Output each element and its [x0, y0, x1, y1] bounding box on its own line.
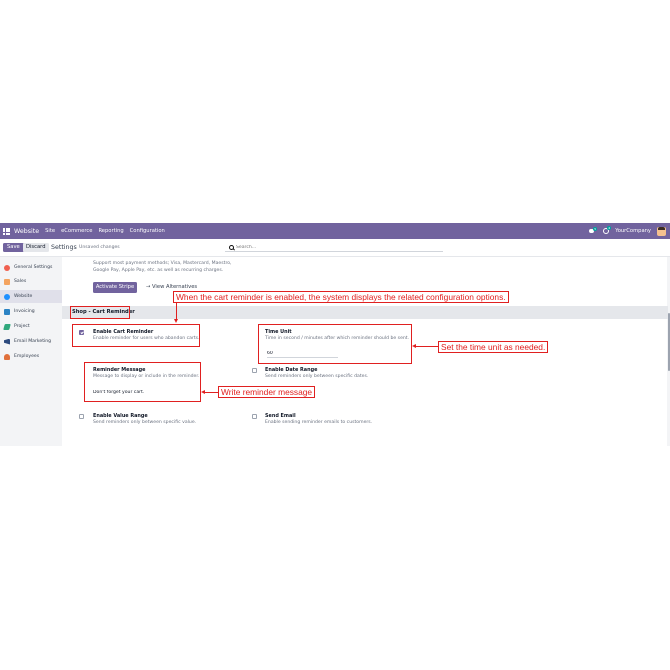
annotation-top-connector — [176, 302, 177, 320]
annotation-enable-cart-box — [72, 324, 200, 347]
enable-value-range-checkbox[interactable] — [79, 414, 84, 419]
chat-badge: 5 — [593, 227, 598, 231]
search-bar[interactable] — [225, 243, 443, 252]
annotation-section-box — [70, 306, 130, 319]
page-title: Settings — [51, 244, 77, 251]
send-email-checkbox[interactable] — [252, 414, 257, 419]
annotation-message-box — [84, 362, 201, 402]
sidebar-item-project[interactable]: Project — [0, 320, 62, 333]
send-email-title: Send Email — [265, 413, 296, 419]
top-navbar: Website Site eCommerce Reporting Configu… — [0, 223, 670, 239]
sidebar-item-sales[interactable]: Sales — [0, 275, 62, 288]
unsaved-indicator: Unsaved changes — [79, 245, 120, 250]
sidebar-item-label: Invoicing — [14, 309, 35, 314]
annotation-top-label: When the cart reminder is enabled, the s… — [173, 291, 509, 303]
search-input[interactable] — [236, 243, 426, 251]
project-check-icon — [3, 323, 11, 330]
payment-desc-line2: Google Pay, Apple Pay, etc. as well as r… — [93, 268, 224, 273]
control-panel: Save Discard Settings Unsaved changes — [0, 239, 670, 257]
enable-date-range-desc: Send reminders only between specific dat… — [265, 374, 369, 379]
website-globe-icon — [4, 293, 10, 300]
general-settings-icon — [4, 264, 10, 271]
menu-reporting[interactable]: Reporting — [98, 228, 123, 234]
user-avatar[interactable] — [657, 226, 666, 236]
employees-icon — [4, 353, 10, 360]
sidebar-item-label: Website — [14, 294, 33, 299]
annotation-arrow-down-icon — [174, 319, 178, 323]
company-name[interactable]: YourCompany — [615, 228, 651, 234]
enable-value-range-desc: Send reminders only between specific val… — [93, 420, 197, 425]
enable-value-range-title: Enable Value Range — [93, 413, 148, 419]
menu-configuration[interactable]: Configuration — [130, 228, 165, 234]
activity-clock-icon[interactable]: 4 — [603, 226, 612, 234]
send-email-desc: Enable sending reminder emails to custom… — [265, 420, 373, 425]
sidebar-item-label: Employees — [14, 354, 40, 359]
sidebar-item-invoicing[interactable]: Invoicing — [0, 305, 62, 318]
annotation-message-connector — [204, 392, 218, 393]
sidebar-item-label: Sales — [14, 279, 27, 284]
sidebar-item-website[interactable]: Website — [0, 290, 62, 303]
enable-date-range-title: Enable Date Range — [265, 367, 318, 373]
annotation-message-label: Write reminder message — [218, 386, 316, 398]
activity-badge: 4 — [607, 226, 612, 230]
sales-chart-icon — [4, 278, 10, 285]
save-button[interactable]: Save — [3, 243, 24, 252]
app-name[interactable]: Website — [14, 228, 39, 235]
invoicing-icon — [4, 308, 10, 315]
menu-site[interactable]: Site — [45, 228, 55, 234]
navbar-systray: 5 4 YourCompany — [589, 226, 666, 236]
sidebar-item-employees[interactable]: Employees — [0, 350, 62, 363]
annotation-time-unit-connector — [415, 346, 438, 347]
apps-menu-icon[interactable] — [3, 227, 10, 235]
sidebar-item-general-settings[interactable]: General Settings — [0, 261, 62, 274]
sidebar-item-label: General Settings — [14, 265, 53, 270]
discard-button[interactable]: Discard — [23, 243, 49, 252]
menu-ecommerce[interactable]: eCommerce — [61, 228, 92, 234]
sidebar-item-label: Project — [14, 324, 30, 329]
annotation-time-unit-label: Set the time unit as needed. — [438, 341, 549, 353]
payment-desc-line1: Support most payment methods; Visa, Mast… — [93, 261, 232, 266]
sidebar-item-email-marketing[interactable]: Email Marketing — [0, 335, 62, 348]
annotation-arrow-left-icon — [201, 390, 205, 394]
annotation-time-unit-box — [258, 324, 412, 364]
sidebar-item-label: Email Marketing — [14, 339, 52, 344]
annotation-arrow-left-icon — [412, 344, 416, 348]
enable-date-range-checkbox[interactable] — [252, 368, 257, 373]
search-icon — [229, 245, 234, 250]
section-header — [62, 306, 668, 319]
megaphone-icon — [4, 338, 10, 345]
chat-icon[interactable]: 5 — [589, 227, 598, 234]
activate-stripe-button[interactable]: Activate Stripe — [93, 282, 137, 293]
settings-sidebar: General Settings Sales Website Invoicing… — [0, 257, 62, 446]
